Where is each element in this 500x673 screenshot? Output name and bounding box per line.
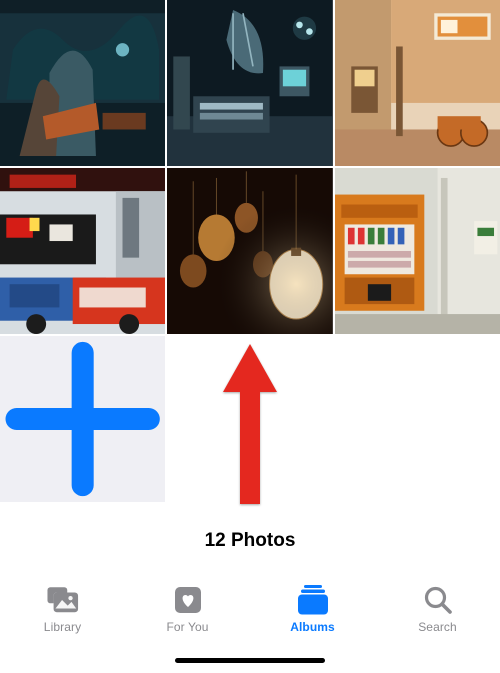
heart-card-icon [172,585,204,615]
magnifier-icon [422,585,454,615]
photos-app-root: 12 Photos Library [0,0,500,673]
album-stack-icon [297,585,329,615]
photo-thumbnail[interactable] [335,168,500,334]
image-icon [335,0,500,166]
photo-count-label: 12 Photos [0,530,500,552]
tab-label: For You [166,620,208,634]
home-indicator[interactable] [175,658,325,663]
album-photo-grid [0,0,500,502]
tab-label: Library [44,620,81,634]
image-icon [167,168,332,334]
photo-thumbnail[interactable] [335,0,500,166]
photo-thumbnail[interactable] [0,0,165,166]
tab-label: Albums [290,620,335,634]
tab-albums[interactable]: Albums [263,585,363,634]
tab-for-you[interactable]: For You [138,585,238,634]
plus-icon [0,336,165,502]
tab-label: Search [418,620,457,634]
tab-library[interactable]: Library [13,585,113,634]
image-icon [335,168,500,334]
photo-thumbnail[interactable] [167,168,332,334]
tab-search[interactable]: Search [388,585,488,634]
add-photo-tile[interactable] [0,336,165,502]
photo-thumbnail[interactable] [0,168,165,334]
image-icon [0,0,165,166]
photo-stack-icon [47,585,79,615]
photo-thumbnail[interactable] [167,0,332,166]
image-icon [0,168,165,334]
image-icon [167,0,332,166]
